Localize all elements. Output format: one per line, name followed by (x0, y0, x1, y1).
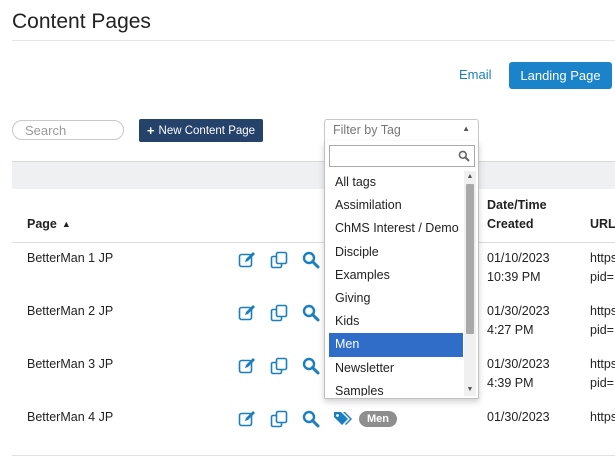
tag-option[interactable]: Disciple (329, 241, 463, 264)
copy-icon[interactable] (270, 304, 288, 327)
new-content-page-label: New Content Page (158, 124, 256, 137)
created-date: 01/10/2023 (487, 251, 550, 265)
preview-icon[interactable] (302, 410, 320, 433)
created-date: 01/30/2023 (487, 357, 550, 371)
sort-up-icon: ▲ (61, 219, 71, 229)
scroll-up-icon[interactable]: ▲ (464, 171, 476, 183)
page-url[interactable]: https (590, 302, 615, 321)
tag-icon[interactable] (333, 410, 353, 433)
search-input[interactable] (12, 120, 124, 140)
page-name[interactable]: BetterMan 3 JP (27, 355, 113, 374)
page-url[interactable]: https (590, 249, 615, 268)
tag-option[interactable]: Examples (329, 264, 463, 287)
column-header-page-label: Page (27, 217, 57, 231)
search-icon (458, 149, 470, 167)
scroll-down-icon[interactable]: ▼ (464, 384, 476, 396)
page-url-continued: pid= (590, 270, 614, 284)
table-toolbar-band (12, 161, 615, 190)
created-date: 01/30/2023 (487, 304, 550, 318)
email-link[interactable]: Email (459, 67, 492, 82)
page-name[interactable]: BetterMan 4 JP (27, 408, 113, 427)
edit-icon[interactable] (238, 357, 256, 380)
created-time: 4:27 PM (487, 323, 534, 337)
column-header-page[interactable]: Page ▲ (27, 215, 71, 235)
page-url[interactable]: https (590, 408, 615, 427)
edit-icon[interactable] (238, 304, 256, 327)
created-date: 01/30/2023 (487, 410, 550, 424)
edit-icon[interactable] (238, 251, 256, 274)
preview-icon[interactable] (302, 304, 320, 327)
preview-icon[interactable] (302, 357, 320, 380)
table-header: Page ▲ Date/Time Created URL (12, 189, 615, 243)
page-title: Content Pages (12, 10, 151, 33)
column-header-url[interactable]: URL (590, 215, 615, 234)
scroll-thumb[interactable] (466, 184, 474, 334)
table-row: BetterMan 3 JP 01/30/2023 4:39 PM https … (12, 349, 615, 403)
tag-option-list: All tags Assimilation ChMS Interest / De… (329, 171, 463, 396)
preview-icon[interactable] (302, 251, 320, 274)
tag-option[interactable]: Samples (329, 380, 463, 396)
new-content-page-button[interactable]: + New Content Page (139, 119, 263, 142)
tag-option-selected[interactable]: Men (329, 333, 463, 357)
tag-option[interactable]: Kids (329, 310, 463, 333)
created-time: 10:39 PM (487, 270, 541, 284)
tag-filter-search-input[interactable] (329, 145, 475, 167)
tag-filter-placeholder: Filter by Tag (333, 123, 401, 137)
page-url[interactable]: https (590, 355, 615, 374)
tag-badge: Men (359, 411, 397, 427)
column-header-date-line1: Date/Time (487, 198, 547, 212)
copy-icon[interactable] (270, 357, 288, 380)
page-url-continued: pid= (590, 376, 614, 390)
tag-option[interactable]: Newsletter (329, 357, 463, 380)
title-divider (12, 40, 615, 41)
plus-icon: + (146, 123, 155, 138)
edit-icon[interactable] (238, 410, 256, 433)
column-header-date-line2: Created (487, 217, 534, 231)
created-time: 4:39 PM (487, 376, 534, 390)
copy-icon[interactable] (270, 410, 288, 433)
caret-up-icon: ▲ (462, 124, 470, 133)
tag-option[interactable]: ChMS Interest / Demo (329, 217, 463, 240)
tag-option[interactable]: All tags (329, 171, 463, 194)
table-row: BetterMan 2 JP 01/30/2023 4:27 PM https … (12, 296, 615, 350)
landing-page-button[interactable]: Landing Page (509, 62, 612, 89)
tag-filter-dropdown: All tags Assimilation ChMS Interest / De… (324, 141, 479, 399)
tag-filter-select[interactable]: Filter by Tag ▲ (324, 119, 479, 142)
column-header-date[interactable]: Date/Time Created (487, 196, 547, 234)
tag-option[interactable]: Giving (329, 287, 463, 310)
table-row: BetterMan 4 JP Men 01/30/2023 https (12, 402, 615, 456)
tag-option[interactable]: Assimilation (329, 194, 463, 217)
table-row: BetterMan 1 JP 01/10/2023 10:39 PM https… (12, 243, 615, 297)
copy-icon[interactable] (270, 251, 288, 274)
pages-table: Page ▲ Date/Time Created URL BetterMan 1 … (12, 161, 615, 456)
page-name[interactable]: BetterMan 1 JP (27, 249, 113, 268)
page-url-continued: pid= (590, 323, 614, 337)
dropdown-scrollbar[interactable]: ▲ ▼ (464, 171, 476, 396)
page-name[interactable]: BetterMan 2 JP (27, 302, 113, 321)
